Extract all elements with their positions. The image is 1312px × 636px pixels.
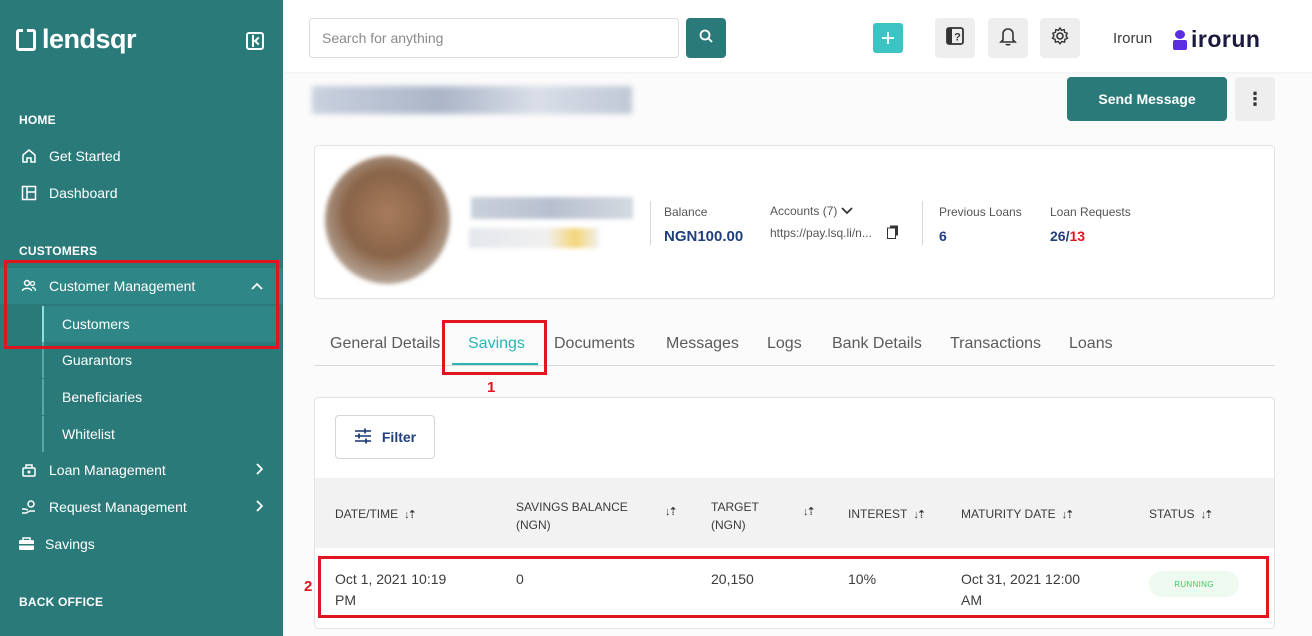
brand-person-icon [1173, 29, 1187, 50]
divider [650, 201, 651, 245]
collapse-sidebar-icon[interactable] [246, 32, 264, 50]
avatar [325, 156, 450, 284]
logo-text: lendsqr [42, 24, 137, 54]
column-header-target[interactable]: TARGET (NGN) [711, 498, 759, 534]
balance-value: NGN100.00 [664, 228, 744, 245]
sidebar-item-dashboard[interactable]: Dashboard [0, 175, 283, 211]
help-icon: ? [945, 26, 965, 51]
loan-requests-value: 26/13 [1050, 228, 1085, 244]
search-input[interactable] [309, 18, 679, 58]
sort-icon[interactable]: ↓⇡ [665, 505, 678, 518]
sidebar-item-label: Request Management [49, 499, 187, 515]
dashboard-icon [20, 185, 37, 202]
column-header-savings-balance[interactable]: SAVINGS BALANCE (NGN) [516, 498, 628, 534]
sidebar: lendsqr HOME Get Started Dashboard CUSTO… [0, 0, 283, 636]
profile-name-redacted [471, 197, 633, 219]
brand-text: irorun [1191, 26, 1261, 52]
column-header-maturity-date[interactable]: MATURITY DATE ↓⇡ [961, 505, 1075, 524]
bell-icon [999, 26, 1017, 51]
settings-button[interactable] [1040, 18, 1080, 58]
loan-icon [20, 462, 37, 479]
user-name[interactable]: Irorun [1113, 30, 1152, 47]
search-button[interactable] [686, 18, 726, 58]
sidebar-item-savings[interactable]: Savings [0, 526, 283, 562]
accounts-dropdown[interactable]: Accounts (7) [770, 204, 853, 218]
loan-requests-total: 26/ [1050, 228, 1070, 244]
section-home: HOME [19, 113, 56, 127]
previous-loans-label: Previous Loans [939, 205, 1022, 219]
request-icon [20, 499, 37, 516]
piggy-bank-icon [18, 536, 35, 553]
sidebar-item-request-management[interactable]: Request Management [0, 489, 283, 525]
sidebar-item-get-started[interactable]: Get Started [0, 138, 283, 174]
previous-loans-value: 6 [939, 228, 947, 244]
plus-icon [880, 25, 896, 52]
filter-sliders-icon [354, 428, 372, 447]
section-customers: CUSTOMERS [19, 244, 98, 258]
tab-bank-details[interactable]: Bank Details [832, 335, 922, 353]
sort-icon: ↓⇡ [1200, 509, 1214, 521]
annotation-label-1: 1 [487, 379, 496, 396]
chevron-right-icon [255, 462, 264, 478]
accounts-label: Accounts (7) [770, 204, 838, 218]
loan-requests-pending: 13 [1069, 228, 1086, 244]
tab-general-details[interactable]: General Details [330, 335, 440, 353]
search-icon [699, 29, 713, 48]
column-header-interest[interactable]: INTEREST ↓⇡ [848, 505, 926, 524]
filter-button[interactable]: Filter [335, 415, 435, 459]
annotation-box-savings-row [318, 556, 1269, 618]
add-button[interactable] [873, 23, 903, 53]
sidebar-item-whitelist[interactable]: Whitelist [42, 416, 278, 452]
table-header: DATE/TIME ↓⇡ SAVINGS BALANCE (NGN) ↓⇡ TARG… [315, 478, 1274, 548]
gear-icon [1050, 26, 1070, 51]
profile-card: Balance NGN100.00 Accounts (7) https://p… [314, 145, 1275, 299]
section-back-office: BACK OFFICE [19, 595, 104, 609]
loan-requests-label: Loan Requests [1050, 205, 1131, 219]
sidebar-item-label: Loan Management [49, 462, 166, 478]
tab-transactions[interactable]: Transactions [950, 335, 1041, 353]
chevron-down-icon [841, 204, 853, 218]
customer-name-redacted [312, 86, 632, 114]
annotation-box-customers [4, 260, 279, 349]
sidebar-item-beneficiaries[interactable]: Beneficiaries [42, 379, 278, 415]
sort-icon: ↓⇡ [913, 509, 926, 521]
tab-logs[interactable]: Logs [767, 335, 802, 353]
annotation-label-2: 2 [304, 578, 313, 595]
sidebar-item-loan-management[interactable]: Loan Management [0, 452, 283, 488]
tab-documents[interactable]: Documents [554, 335, 635, 353]
profile-tier-redacted [469, 228, 599, 248]
lendsqr-logo[interactable]: lendsqr [16, 24, 137, 55]
home-icon [20, 148, 37, 165]
sort-icon[interactable]: ↓⇡ [803, 505, 816, 518]
balance-label: Balance [664, 205, 708, 219]
sidebar-item-label: Savings [45, 536, 95, 552]
sort-icon: ↓⇡ [404, 509, 417, 521]
chevron-right-icon [255, 499, 264, 515]
send-message-button[interactable]: Send Message [1067, 77, 1227, 121]
tab-messages[interactable]: Messages [666, 335, 739, 353]
annotation-box-savings-tab [442, 320, 547, 375]
sidebar-item-label: Whitelist [62, 426, 115, 442]
irorun-logo: irorun [1173, 26, 1260, 53]
sidebar-item-label: Beneficiaries [62, 389, 143, 405]
sidebar-item-label: Dashboard [49, 185, 118, 201]
sidebar-item-label: Get Started [49, 148, 121, 164]
svg-text:?: ? [954, 31, 961, 43]
column-header-datetime[interactable]: DATE/TIME ↓⇡ [335, 505, 417, 524]
filter-label: Filter [381, 429, 417, 445]
more-options-button[interactable]: ⋮ [1235, 77, 1275, 121]
help-button[interactable]: ? [935, 18, 975, 58]
copy-icon[interactable] [887, 225, 899, 244]
top-bar: ? Irorun irorun [283, 0, 1312, 72]
logo-mark-icon [16, 28, 36, 51]
notifications-button[interactable] [988, 18, 1028, 58]
tab-loans[interactable]: Loans [1069, 335, 1113, 353]
sidebar-item-label: Guarantors [62, 352, 133, 368]
divider [922, 201, 923, 245]
sort-icon: ↓⇡ [1061, 509, 1075, 521]
account-link[interactable]: https://pay.lsq.li/n... [770, 226, 872, 240]
column-header-status[interactable]: STATUS ↓⇡ [1149, 505, 1214, 524]
